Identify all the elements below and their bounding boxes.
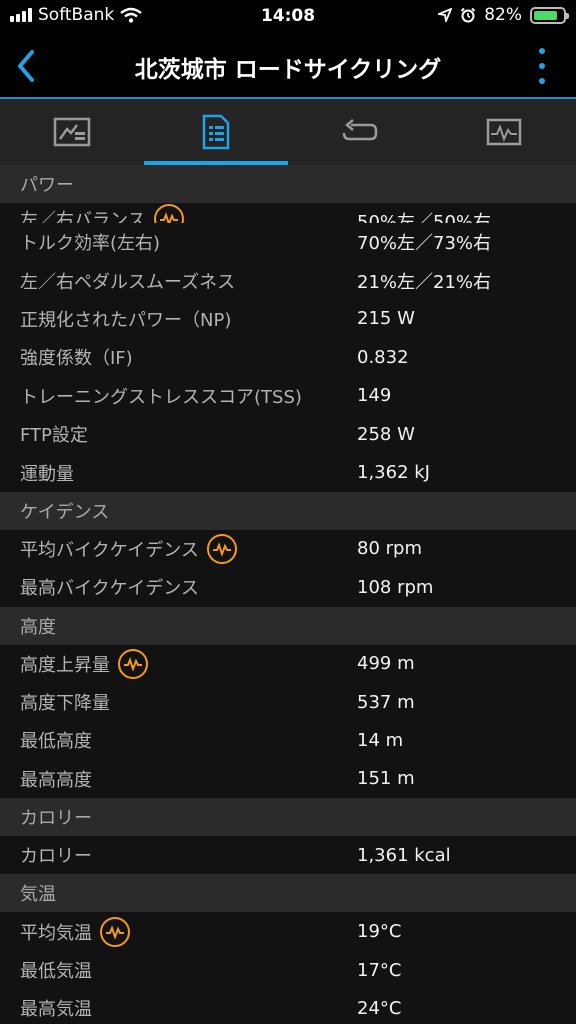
stats-list[interactable]: パワー 左／右バランス 50%左／50%右 トルク効率(左右) 70%左／73%…	[0, 165, 576, 1024]
battery-icon	[530, 6, 569, 24]
stat-value: 70%左／73%右	[357, 233, 492, 255]
stat-row-if: 強度係数（IF) 0.832	[0, 338, 576, 377]
stat-row-np: 正規化されたパワー（NP) 215 W	[0, 299, 576, 339]
page-title: 北茨城市 ロードサイクリング	[134, 57, 442, 83]
stats-list-icon	[202, 114, 230, 150]
stat-row-avg-temp[interactable]: 平均気温 19°C	[0, 912, 576, 951]
stat-value: 499 m	[357, 653, 415, 675]
stat-value: 80 rpm	[357, 538, 422, 560]
stat-row-min-elevation: 最低高度 14 m	[0, 721, 576, 760]
stat-label: 最高高度	[20, 769, 92, 791]
stat-row-smoothness: 左／右ペダルスムーズネス 21%左／21%右	[0, 261, 576, 300]
stat-row-calories: カロリー 1,361 kcal	[0, 836, 576, 875]
laps-loop-icon	[342, 119, 378, 141]
section-header-temperature: 気温	[0, 874, 576, 913]
tab-laps[interactable]	[288, 99, 432, 165]
stat-label: 左／右バランス	[20, 210, 146, 223]
tab-bar	[0, 99, 576, 165]
stat-label: 左／右ペダルスムーズネス	[20, 271, 236, 293]
status-right: 82%	[438, 5, 569, 25]
stat-label: トレーニングストレススコア(TSS)	[20, 386, 302, 408]
battery-percent: 82%	[484, 5, 522, 25]
stat-value: 149	[357, 385, 392, 407]
stat-label: 運動量	[20, 463, 74, 485]
activity-graph-icon[interactable]	[118, 648, 148, 679]
section-header-cadence: ケイデンス	[0, 491, 576, 530]
stat-row-max-temp: 最高気温 24°C	[0, 989, 576, 1024]
stat-value: 14 m	[357, 729, 404, 751]
alarm-icon	[460, 7, 476, 23]
stat-label: 平均気温	[20, 922, 92, 944]
location-arrow-icon	[438, 8, 453, 22]
section-header-elevation: 高度	[0, 606, 576, 645]
stat-value: 50%左／50%右	[357, 212, 492, 223]
stat-row-max-elevation: 最高高度 151 m	[0, 759, 576, 799]
tab-graphs[interactable]	[432, 99, 576, 165]
more-options-icon[interactable]	[538, 48, 546, 84]
section-header-power: パワー	[0, 165, 576, 203]
stat-value: 0.832	[357, 346, 409, 368]
stat-label: 最高気温	[20, 999, 92, 1021]
tab-stats[interactable]	[144, 99, 288, 165]
stat-label: カロリー	[20, 846, 92, 868]
stat-value: 537 m	[357, 691, 415, 713]
back-chevron-icon[interactable]	[12, 46, 42, 86]
stat-value: 151 m	[357, 768, 415, 790]
stat-value: 1,362 kJ	[357, 462, 430, 484]
stat-value: 108 rpm	[357, 576, 434, 598]
navigation-bar: 北茨城市 ロードサイクリング	[0, 34, 576, 98]
stat-value: 21%左／21%右	[357, 271, 492, 293]
stat-value: 1,361 kcal	[357, 844, 451, 866]
stat-label: トルク効率(左右)	[20, 233, 161, 255]
stat-label: 平均バイクケイデンス	[20, 539, 199, 561]
stat-label: 最高バイクケイデンス	[20, 578, 199, 600]
stat-value: 19°C	[357, 921, 402, 943]
activity-graph-icon[interactable]	[206, 533, 237, 564]
stat-row-balance: 左／右バランス 50%左／50%右	[0, 203, 576, 223]
stat-row-min-temp: 最低気温 17°C	[0, 950, 576, 990]
stat-row-ascent[interactable]: 高度上昇量 499 m	[0, 644, 576, 683]
section-header-calories: カロリー	[0, 798, 576, 837]
stat-row-descent: 高度下降量 537 m	[0, 682, 576, 722]
stat-row-work: 運動量 1,362 kJ	[0, 453, 576, 492]
stat-label: 最低気温	[20, 961, 92, 983]
stat-label: 高度下降量	[20, 693, 110, 715]
stat-label: FTP設定	[20, 425, 88, 447]
stat-label: 最低高度	[20, 731, 92, 753]
stat-row-max-cadence: 最高バイクケイデンス 108 rpm	[0, 568, 576, 607]
stat-value: 258 W	[357, 423, 415, 445]
activity-graph-icon[interactable]	[153, 204, 184, 223]
stat-value: 215 W	[357, 308, 415, 330]
stat-label: 強度係数（IF)	[20, 348, 133, 370]
activity-graph-icon[interactable]	[100, 916, 130, 947]
stat-row-ftp: FTP設定 258 W	[0, 414, 576, 454]
stat-row-tss: トレーニングストレススコア(TSS) 149	[0, 376, 576, 415]
tab-summary[interactable]	[0, 99, 144, 165]
stat-row-torque: トルク効率(左右) 70%左／73%右	[0, 223, 576, 262]
stat-row-avg-cadence[interactable]: 平均バイクケイデンス 80 rpm	[0, 529, 576, 569]
graphs-icon	[486, 118, 522, 146]
stat-label: 正規化されたパワー（NP)	[20, 309, 232, 331]
stat-label: 高度上昇量	[20, 654, 110, 676]
stat-value: 24°C	[357, 997, 402, 1019]
stat-value: 17°C	[357, 959, 402, 981]
summary-chart-icon	[53, 117, 91, 147]
status-bar: SoftBank 14:08 82%	[0, 0, 576, 34]
